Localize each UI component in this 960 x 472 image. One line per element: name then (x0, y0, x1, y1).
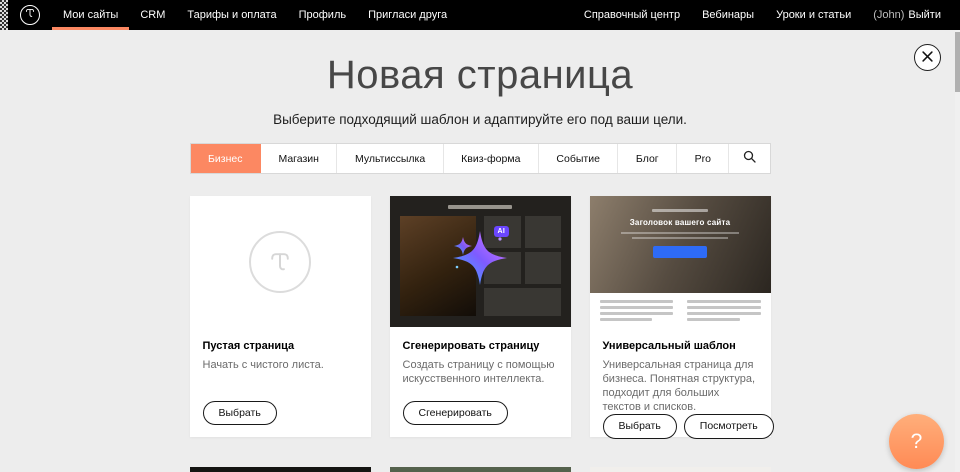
template-card-partial-1[interactable] (190, 467, 371, 472)
preview-tile (525, 252, 561, 284)
card-actions: Сгенерировать (403, 401, 558, 426)
text-placeholder-column (600, 300, 674, 327)
tab-quiz-form[interactable]: Квиз-форма (444, 144, 539, 173)
text-placeholder-line (600, 300, 674, 303)
tab-business[interactable]: Бизнес (191, 144, 261, 173)
screen-edge-pattern (0, 0, 8, 30)
template-card-partial-2[interactable] (390, 467, 571, 472)
tab-blog[interactable]: Блог (618, 144, 677, 173)
tilda-logo[interactable] (20, 5, 40, 25)
ai-template-preview: AI (390, 196, 571, 327)
tab-event[interactable]: Событие (539, 144, 619, 173)
tilda-mark-icon (249, 231, 311, 293)
text-placeholder-line (687, 300, 761, 303)
card-title: Пустая страница (203, 340, 358, 352)
ai-badge: AI (494, 226, 510, 237)
account-area: (John) Выйти (862, 0, 952, 30)
preview-text-section (590, 293, 771, 327)
preview-button[interactable]: Посмотреть (684, 414, 774, 439)
tab-shop[interactable]: Магазин (261, 144, 338, 173)
template-category-tabs: Бизнес Магазин Мультиссылка Квиз-форма С… (190, 143, 771, 174)
nav-webinars[interactable]: Вебинары (691, 0, 765, 30)
close-button[interactable] (914, 44, 941, 71)
choose-button[interactable]: Выбрать (603, 414, 677, 439)
template-preview (190, 467, 371, 472)
generate-button[interactable]: Сгенерировать (403, 401, 508, 426)
tilda-mark-icon (24, 6, 36, 24)
secondary-nav: Справочный центр Вебинары Уроки и статьи… (573, 0, 960, 30)
card-description: Создать страницу с помощью искусственног… (403, 358, 558, 386)
universal-template-preview: Заголовок вашего сайта (590, 196, 771, 327)
text-placeholder-column (687, 300, 761, 327)
template-grid: Пустая страница Начать с чистого листа. … (190, 196, 771, 472)
text-placeholder-line (448, 205, 512, 209)
scrollbar[interactable] (955, 30, 960, 472)
card-title: Сгенерировать страницу (403, 340, 558, 352)
nav-help-center[interactable]: Справочный центр (573, 0, 691, 30)
topbar: Мои сайты CRM Тарифы и оплата Профиль Пр… (0, 0, 960, 30)
template-preview (390, 467, 571, 472)
text-placeholder-line (687, 312, 761, 315)
nav-lessons-articles[interactable]: Уроки и статьи (765, 0, 862, 30)
page-subtitle: Выберите подходящий шаблон и адаптируйте… (0, 112, 960, 127)
choose-button[interactable]: Выбрать (203, 401, 277, 426)
template-card-partial-3[interactable] (590, 467, 771, 472)
card-actions: Выбрать (203, 401, 358, 426)
text-placeholder-line (687, 306, 761, 309)
template-card-generate[interactable]: AI Сгенерировать страницу Создать страни… (390, 196, 571, 437)
tab-multilink[interactable]: Мультиссылка (337, 144, 443, 173)
blank-template-preview (190, 196, 371, 327)
nav-plans-payment[interactable]: Тарифы и оплата (176, 0, 287, 30)
help-button[interactable]: ? (889, 414, 944, 469)
template-card-universal[interactable]: Заголовок вашего сайта (590, 196, 771, 437)
nav-my-sites[interactable]: Мои сайты (52, 0, 129, 30)
card-actions: Выбрать Посмотреть (603, 414, 758, 439)
template-preview (590, 467, 771, 472)
close-icon (922, 50, 933, 65)
user-name: (John) (873, 9, 904, 21)
card-title: Универсальный шаблон (603, 340, 758, 352)
logout-link[interactable]: Выйти (908, 9, 941, 21)
scrollbar-thumb[interactable] (955, 32, 960, 92)
text-placeholder-line (621, 232, 739, 234)
preview-site-title: Заголовок вашего сайта (630, 218, 731, 227)
card-body: Пустая страница Начать с чистого листа. … (190, 327, 371, 437)
new-page-modal: Новая страница Выберите подходящий шабло… (0, 52, 960, 472)
template-card-blank[interactable]: Пустая страница Начать с чистого листа. … (190, 196, 371, 437)
text-placeholder-line (632, 237, 728, 239)
text-placeholder-line (600, 306, 674, 309)
card-body: Сгенерировать страницу Создать страницу … (390, 327, 571, 437)
text-placeholder-line (600, 312, 674, 315)
text-placeholder-line (687, 318, 740, 321)
card-description: Начать с чистого листа. (203, 358, 358, 372)
main-nav: Мои сайты CRM Тарифы и оплата Профиль Пр… (52, 0, 458, 30)
nav-invite-friend[interactable]: Пригласи друга (357, 0, 458, 30)
card-body: Универсальный шаблон Универсальная стран… (590, 327, 771, 451)
search-icon (743, 150, 756, 168)
text-placeholder-line (652, 209, 708, 212)
preview-tile (525, 216, 561, 248)
preview-hero: Заголовок вашего сайта (590, 196, 771, 293)
text-placeholder-line (600, 318, 653, 321)
page-title: Новая страница (0, 52, 960, 98)
nav-profile[interactable]: Профиль (288, 0, 358, 30)
tab-pro[interactable]: Pro (677, 144, 729, 173)
card-description: Универсальная страница для бизнеса. Поня… (603, 358, 758, 414)
nav-crm[interactable]: CRM (129, 0, 176, 30)
preview-cta-button (653, 246, 707, 258)
search-tab[interactable] (729, 144, 769, 173)
